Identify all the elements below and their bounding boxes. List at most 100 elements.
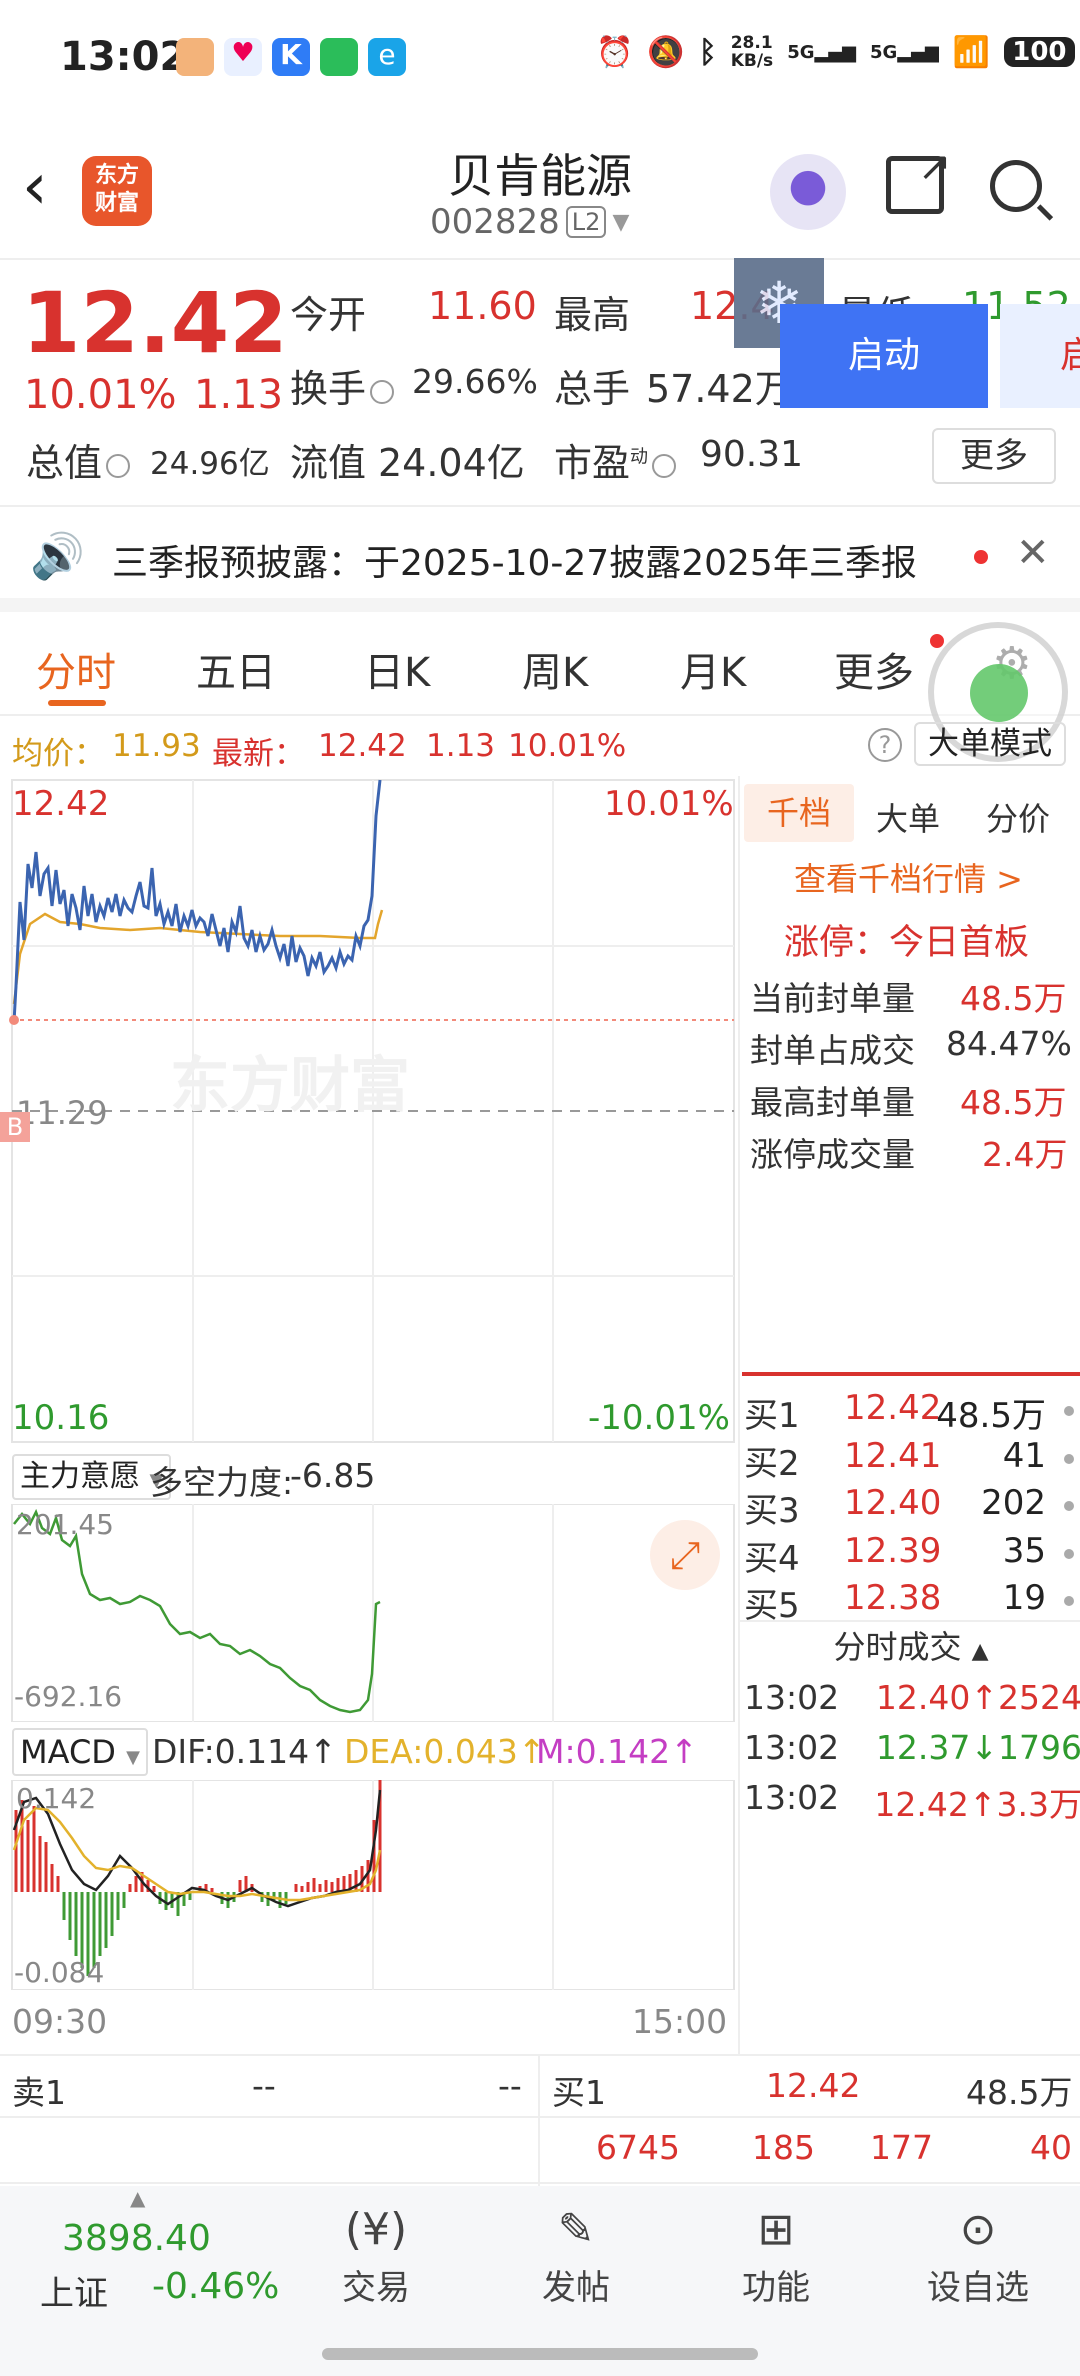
tab-intraday[interactable]: 分时	[36, 640, 116, 698]
buy1-price: 12.42	[766, 2066, 861, 2105]
tick-row: 13:02 12.37↓1796	[740, 1728, 1080, 1778]
ob-price: 12.41	[844, 1435, 942, 1476]
tab-monthly-k[interactable]: 月K	[680, 640, 746, 698]
tab-weekly-k[interactable]: 周K	[522, 640, 588, 698]
index-pct[interactable]: -0.46%	[152, 2266, 279, 2307]
tab-big-order[interactable]: 大单	[876, 794, 940, 840]
b-marker[interactable]: B	[0, 1112, 30, 1142]
ob-price: 12.38	[844, 1578, 942, 1618]
ob-price: 12.42	[844, 1388, 942, 1428]
ob-vol: 35	[1002, 1530, 1046, 1571]
latest-change: 1.13	[426, 728, 496, 764]
ob-price: 12.40	[844, 1483, 942, 1523]
intraday-chart[interactable]: 东方财富	[0, 776, 738, 1446]
bottom-nav: ▲ 3898.40 上证 -0.46% (¥) 交易 ✎ 发帖 ⊞ 功能 ⊙ 设…	[0, 2186, 1080, 2376]
macd-indicator: MACD ▼ DIF:0.114↑ DEA:0.043↑ M:0.142↑ 0.…	[0, 1722, 738, 1990]
tab-five-day[interactable]: 五日	[196, 640, 276, 698]
orderbook-row[interactable]: 买3 12.40 202	[740, 1483, 1080, 1531]
orderbook-row[interactable]: 买2 12.41 41	[740, 1436, 1080, 1484]
level-badge: L2	[565, 206, 607, 238]
more-dots-icon: ⊙	[959, 2204, 997, 2255]
tick-price: 12.42↑3.3万	[874, 1785, 1080, 1824]
floating-touch-dot	[970, 664, 1028, 722]
side-peek-panel[interactable]: 启	[1000, 304, 1080, 408]
nav-add-watchlist[interactable]: ⊙ 设自选	[908, 2200, 1048, 2309]
more-button[interactable]: 更多	[932, 428, 1056, 484]
turnover-label: 换手	[290, 358, 398, 413]
chart-top-pct: 10.01%	[604, 784, 734, 824]
nav-trade[interactable]: (¥) 交易	[316, 2200, 436, 2309]
macd-m: M:0.142↑	[536, 1732, 698, 1771]
open-label: 今开	[290, 293, 367, 337]
indicator-select[interactable]: 主力意愿 ▼	[12, 1454, 172, 1500]
mute-icon: 🔕	[647, 34, 685, 70]
ob-vol: 19	[1002, 1578, 1046, 1618]
ob-vol: 48.5万	[936, 1396, 1046, 1436]
bluetooth-icon: ᛒ	[698, 34, 717, 70]
indicator-max: 201.45	[16, 1508, 114, 1541]
app-icon-e: e	[368, 38, 406, 76]
macd-select[interactable]: MACD ▼	[12, 1728, 148, 1776]
change-amount: 1.13	[194, 372, 284, 418]
macd-chart[interactable]	[0, 1780, 738, 1990]
stat-label: 当前封单量	[750, 979, 915, 1018]
orderbook-row[interactable]: 买4 12.39 35	[740, 1531, 1080, 1579]
tab-price-dist[interactable]: 分价	[986, 794, 1050, 840]
ob-label: 买4	[744, 1538, 800, 1579]
net-speed: 28.1 KB/s	[730, 33, 774, 71]
current-price: 12.42	[22, 274, 288, 372]
search-handle	[1036, 204, 1054, 221]
help-icon[interactable]: ?	[868, 728, 902, 762]
tab-more[interactable]: 更多	[834, 640, 914, 698]
stock-code: 002828	[430, 202, 560, 242]
volume-label: 总手	[554, 367, 631, 411]
stat-label: 封单占成交	[750, 1031, 915, 1070]
view-thousand-link[interactable]: 查看千档行情 >	[794, 854, 1023, 900]
index-name[interactable]: 上证	[40, 2266, 108, 2315]
time-end: 15:00	[632, 2002, 728, 2041]
tab-more-dot	[930, 634, 944, 648]
float-value: 24.04亿	[378, 441, 525, 485]
avg-label: 均价：	[12, 736, 105, 772]
stock-code-selector[interactable]: 002828 L2 ▼	[430, 202, 629, 242]
robot-avatar[interactable]	[770, 154, 846, 230]
big-order-mode-button[interactable]: 大单模式	[914, 722, 1066, 766]
info-icon[interactable]	[106, 453, 131, 478]
change-percent: 10.01%	[24, 372, 177, 418]
panel-divider	[742, 1372, 1080, 1376]
macd-dif: DIF:0.114↑	[152, 1732, 337, 1771]
close-icon[interactable]: ✕	[1016, 530, 1050, 576]
tab-thousand-level[interactable]: 千档	[744, 784, 854, 842]
chart-bottom-pct: -10.01%	[588, 1398, 730, 1438]
status-time: 13:02	[60, 34, 188, 80]
search-icon[interactable]	[990, 160, 1042, 212]
start-button[interactable]: 启动	[780, 304, 988, 408]
stat-value: 2.4万	[982, 1135, 1068, 1174]
ticks-header[interactable]: 分时成交 ▲	[740, 1620, 1080, 1672]
expand-icon[interactable]: ⤢	[650, 1520, 720, 1590]
orderbook-row[interactable]: 买5 12.38 19	[740, 1578, 1080, 1626]
notification-icons: ♥ K e	[176, 38, 406, 76]
notice-bar[interactable]: 🔊 三季报预披露：于2025-10-27披露2025年三季报 ✕	[0, 508, 1080, 612]
notice-dot	[974, 550, 988, 564]
home-indicator[interactable]	[322, 2348, 758, 2360]
info-icon[interactable]	[370, 379, 395, 404]
turnover-value: 29.66%	[412, 362, 538, 401]
ob-dot	[1064, 1453, 1074, 1464]
nav-post[interactable]: ✎ 发帖	[516, 2200, 636, 2309]
indicator-label: 多空力度:	[150, 1463, 294, 1502]
nav-functions[interactable]: ⊞ 功能	[716, 2200, 836, 2309]
orderbook-row[interactable]: 买1 12.42 48.5万	[740, 1388, 1080, 1436]
info-icon[interactable]	[652, 453, 677, 478]
open-value: 11.60	[428, 284, 537, 328]
ticks-list: 13:02 12.40↑2524 13:02 12.37↓1796 13:02 12.42…	[740, 1678, 1080, 1828]
tab-daily-k[interactable]: 日K	[364, 640, 430, 698]
orderbook: 买1 12.42 48.5万 买2 12.41 41 买3 12.40 202 买4 12.39 35…	[740, 1388, 1080, 1628]
latest-label: 最新：	[212, 736, 305, 772]
limit-up-title: 涨停：今日首板	[784, 923, 1030, 963]
index-value[interactable]: 3898.40	[62, 2218, 211, 2259]
battery-icon: 100	[1004, 37, 1075, 67]
stat-value: 48.5万	[960, 1083, 1067, 1122]
indicator-min: -692.16	[14, 1680, 123, 1713]
signal-icon-1: 5G▂▄▆	[787, 41, 857, 63]
